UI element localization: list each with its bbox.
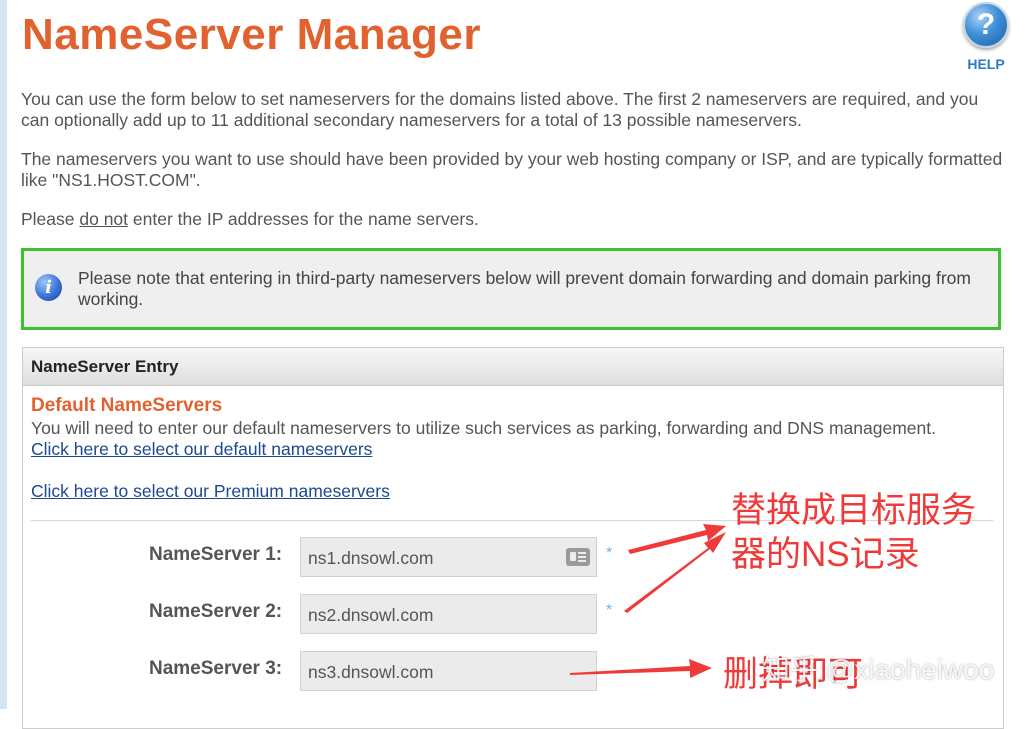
- nameserver-2-label: NameServer 2:: [149, 601, 283, 622]
- contact-card-icon[interactable]: [566, 548, 590, 566]
- annotation-replace-ns: 替换成目标服务器的NS记录: [731, 491, 977, 574]
- default-nameservers-description: You will need to enter our default names…: [31, 418, 936, 438]
- intro-paragraph-1: You can use the form below to set namese…: [21, 89, 979, 130]
- info-icon: i: [35, 274, 62, 301]
- default-nameservers-title: Default NameServers: [31, 395, 223, 416]
- intro-p3-end: enter the IP addresses for the name serv…: [128, 209, 479, 229]
- nameserver-2-required-asterisk: *: [606, 602, 613, 619]
- do-not-emphasis: do not: [79, 209, 129, 229]
- help-button[interactable]: ? HELP: [958, 2, 1014, 72]
- intro-paragraph-2: The nameservers you want to use should h…: [21, 149, 1003, 190]
- nameserver-3-value: ns3.dnsowl.com: [308, 662, 434, 682]
- nameserver-1-input[interactable]: ns1.dnsowl.com: [300, 537, 597, 577]
- nameserver-2-input[interactable]: ns2.dnsowl.com: [300, 594, 597, 634]
- panel-header: NameServer Entry: [23, 348, 1003, 386]
- intro-paragraph-3: Please do not enter the IP addresses for…: [21, 209, 1011, 230]
- nameserver-1-value: ns1.dnsowl.com: [308, 548, 434, 568]
- help-icon[interactable]: ?: [963, 2, 1009, 48]
- left-rail: [0, 0, 7, 709]
- nameserver-1-label: NameServer 1:: [149, 544, 283, 565]
- notice-text: Please note that entering in third-party…: [78, 268, 971, 309]
- page-title: NameServer Manager: [22, 10, 482, 59]
- help-label[interactable]: HELP: [958, 56, 1014, 72]
- select-premium-nameservers-link[interactable]: Click here to select our Premium nameser…: [31, 481, 390, 502]
- nameserver-2-value: ns2.dnsowl.com: [308, 605, 434, 625]
- intro-p3-start: Please: [21, 209, 80, 229]
- nameserver-3-label: NameServer 3:: [149, 658, 283, 679]
- nameserver-3-input[interactable]: ns3.dnsowl.com: [300, 651, 597, 691]
- select-default-nameservers-link[interactable]: Click here to select our default nameser…: [31, 439, 372, 460]
- watermark: 知乎 @xiaoheiwoo: [762, 654, 995, 685]
- nameserver-1-required-asterisk: *: [606, 545, 613, 562]
- notice-box: i Please note that entering in third-par…: [21, 248, 1001, 330]
